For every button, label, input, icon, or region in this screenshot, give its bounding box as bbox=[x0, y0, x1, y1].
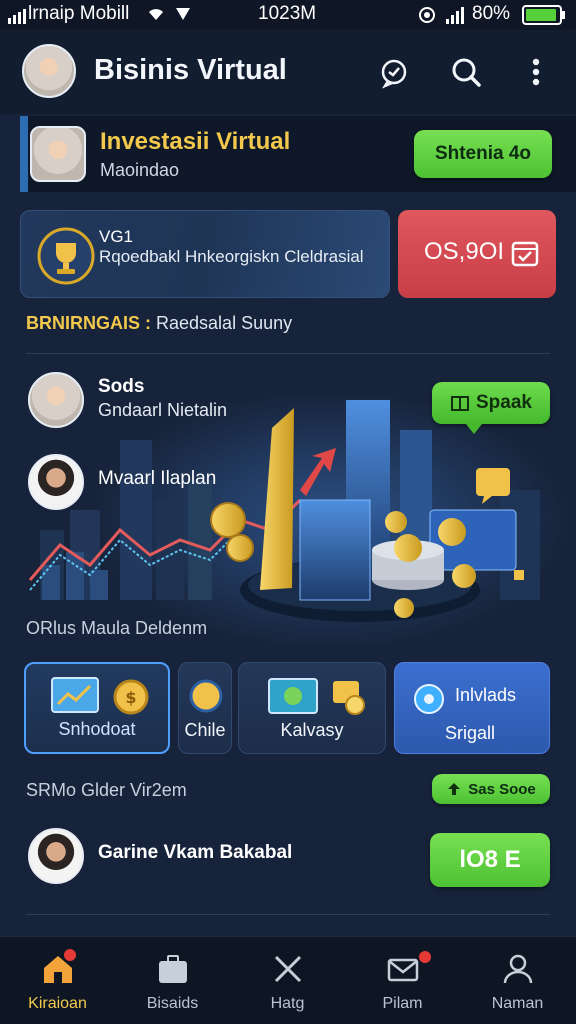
speak-label: Spaak bbox=[476, 392, 532, 413]
person-name: Sods bbox=[98, 376, 145, 397]
nav-label: Bisaids bbox=[146, 995, 199, 1012]
promo-text: Rqoedbakl Hnkeorgiskn Cleldrasial bbox=[99, 247, 364, 266]
calendar-check-icon bbox=[511, 241, 539, 267]
section-highlight: BRNIRNGAIS : bbox=[26, 313, 151, 333]
person-avatar[interactable] bbox=[28, 454, 84, 510]
value-card[interactable]: OS,9OI bbox=[398, 210, 556, 298]
tools-icon bbox=[274, 955, 302, 983]
carrier-label: lrnaip Mobill bbox=[28, 3, 130, 24]
small-action-label: Sas Sooe bbox=[468, 780, 536, 798]
more-menu-icon[interactable] bbox=[516, 52, 556, 92]
invest-subtitle: Maoindao bbox=[100, 160, 180, 180]
profile-avatar[interactable] bbox=[22, 44, 76, 98]
nav-label: Pilam bbox=[382, 995, 423, 1012]
book-icon bbox=[451, 396, 469, 411]
svg-text:$: $ bbox=[125, 688, 136, 707]
notification-badge bbox=[417, 949, 433, 965]
nav-item-profile[interactable]: Naman bbox=[460, 937, 575, 1024]
divider bbox=[26, 353, 550, 354]
invest-title: Investasii Virtual bbox=[100, 128, 291, 155]
status-bar: lrnaip Mobill 1023M 80% bbox=[0, 0, 576, 30]
page-title: Bisinis Virtual bbox=[94, 54, 287, 86]
clock: 1023M bbox=[258, 3, 317, 24]
chat-bubble-icon bbox=[414, 684, 444, 714]
section-title: BRNIRNGAIS : Raedsalal Suuny bbox=[26, 313, 292, 334]
at-icon bbox=[419, 7, 435, 23]
feature-label: Kalvasy bbox=[280, 720, 344, 740]
small-action-button[interactable]: Sas Sooe bbox=[432, 774, 550, 804]
battery-percent: 80% bbox=[472, 3, 511, 24]
badge-icon bbox=[189, 679, 223, 713]
caption: SRMo Glder Vir2em bbox=[26, 780, 187, 800]
divider bbox=[26, 914, 550, 915]
app-header: Bisinis Virtual bbox=[0, 30, 576, 114]
coin-icon: $ bbox=[113, 679, 149, 715]
chat-icon[interactable] bbox=[374, 52, 414, 92]
nav-label: Naman bbox=[491, 995, 544, 1012]
money-screen-icon bbox=[268, 678, 318, 714]
shield-icon bbox=[176, 8, 190, 20]
promo-card[interactable]: VG1 Rqoedbakl Hnkeorgiskn Cleldrasial bbox=[20, 210, 390, 298]
person-name: Garine Vkam Bakabal bbox=[98, 842, 293, 863]
person-avatar[interactable] bbox=[28, 828, 84, 884]
promo-code: VG1 bbox=[99, 227, 134, 246]
mail-icon bbox=[387, 958, 419, 982]
nav-item-business[interactable]: Bisaids bbox=[115, 937, 230, 1024]
feature-tile[interactable]: Kalvasy bbox=[238, 662, 386, 754]
briefcase-icon bbox=[159, 955, 187, 983]
feature-tile[interactable]: Chile bbox=[178, 662, 232, 754]
bottom-nav: Kiraioan Bisaids Hatg Pilam Naman bbox=[0, 936, 576, 1024]
feature-label-line2: Srigall bbox=[445, 723, 496, 743]
feature-label: Chile bbox=[184, 720, 226, 740]
banner-accent bbox=[20, 116, 28, 192]
feature-label: Snhodoat bbox=[58, 719, 136, 739]
bottom-action-button[interactable]: lO8 E bbox=[430, 833, 550, 887]
user-icon bbox=[503, 954, 533, 984]
signal-icon bbox=[8, 9, 26, 24]
trophy-icon bbox=[37, 227, 95, 285]
person-subtitle: Gndaarl Nietalin bbox=[98, 400, 228, 420]
chart-board-icon bbox=[51, 677, 99, 713]
invest-banner[interactable]: Investasii Virtual Maoindao Shtenia 4o bbox=[20, 116, 576, 192]
speak-button[interactable]: Spaak bbox=[432, 382, 550, 434]
search-icon[interactable] bbox=[446, 52, 486, 92]
invest-action-button[interactable]: Shtenia 4o bbox=[414, 130, 552, 178]
caption: ORlus Maula Deldenm bbox=[26, 618, 208, 638]
nav-label: Hatg bbox=[270, 995, 305, 1012]
nav-item-home[interactable]: Kiraioan bbox=[0, 937, 115, 1024]
feature-tile[interactable]: Inlvlads Srigall bbox=[394, 662, 550, 754]
person-name: Mvaarl Ilaplan bbox=[98, 468, 217, 489]
nav-label: Kiraioan bbox=[28, 995, 87, 1012]
coin-stack-icon bbox=[333, 681, 365, 715]
nav-item-tools[interactable]: Hatg bbox=[230, 937, 345, 1024]
upload-icon bbox=[448, 783, 461, 795]
feature-label-line1: Inlvlads bbox=[455, 685, 517, 705]
notification-badge bbox=[62, 947, 78, 963]
section-rest: Raedsalal Suuny bbox=[156, 313, 293, 333]
value-amount: OS,9OI bbox=[424, 238, 505, 265]
person-avatar[interactable] bbox=[28, 372, 84, 428]
banner-avatar bbox=[30, 126, 86, 182]
wifi-icon bbox=[149, 9, 163, 20]
battery-icon bbox=[522, 5, 565, 25]
nav-item-messages[interactable]: Pilam bbox=[345, 937, 460, 1024]
cell-signal-icon bbox=[446, 7, 464, 24]
feature-tile[interactable]: $ Snhodoat bbox=[24, 662, 170, 754]
